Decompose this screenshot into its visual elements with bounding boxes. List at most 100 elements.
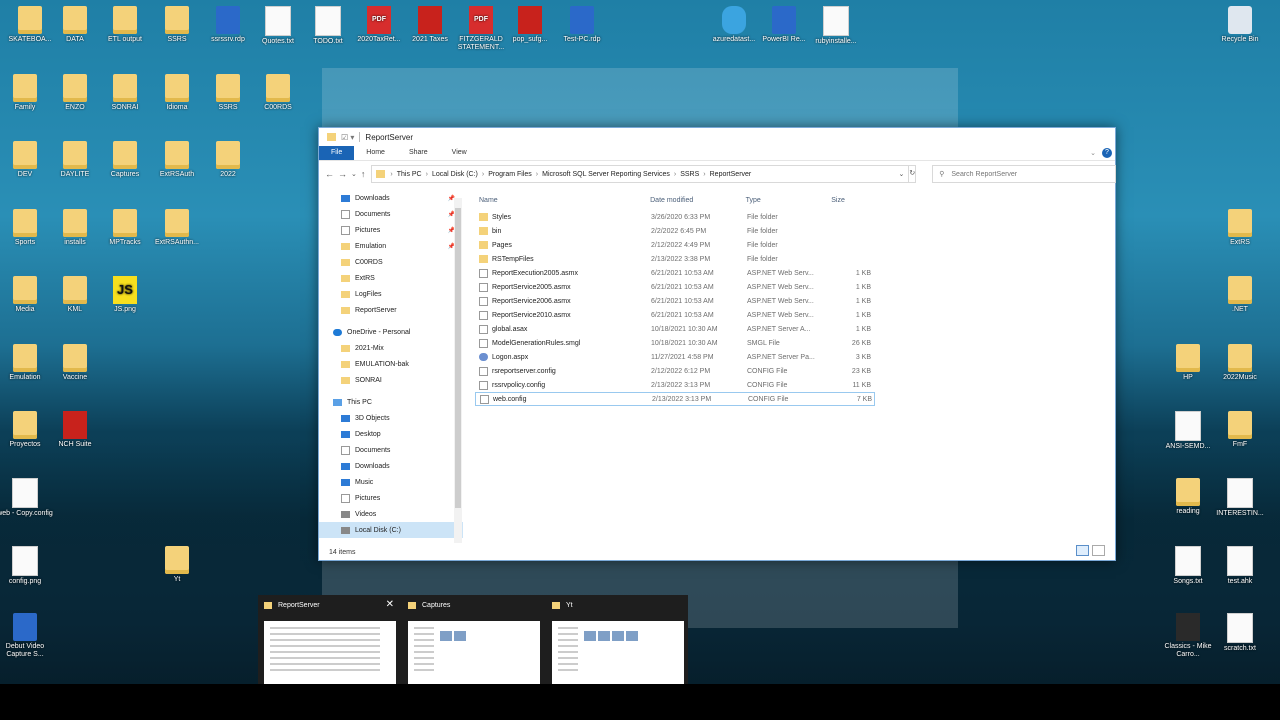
- desktop-icon[interactable]: NCH Suite: [45, 411, 105, 449]
- search-box[interactable]: ⚲: [932, 165, 1117, 183]
- desktop-icon[interactable]: config.png: [0, 546, 55, 586]
- nav-item[interactable]: Emulation 📌: [319, 238, 463, 254]
- desktop-icon[interactable]: 2022: [198, 141, 258, 179]
- ribbon-expand-icon[interactable]: ⌄: [1090, 149, 1096, 157]
- desktop-icon[interactable]: test.ahk: [1210, 546, 1270, 586]
- desktop-icon[interactable]: JS JS.png: [95, 276, 155, 314]
- nav-item[interactable]: ReportServer: [319, 302, 463, 318]
- breadcrumb-ssrs[interactable]: SSRS: [680, 171, 699, 178]
- tab-home[interactable]: Home: [354, 146, 397, 160]
- tab-file[interactable]: File: [319, 146, 355, 160]
- breadcrumb-local-disk[interactable]: Local Disk (C:): [432, 171, 478, 178]
- refresh-button[interactable]: ↻: [909, 165, 917, 183]
- desktop-icon[interactable]: reading: [1158, 478, 1218, 516]
- file-row[interactable]: RSTempFiles 2/13/2022 3:38 PM File folder: [475, 252, 875, 266]
- column-size[interactable]: Size: [825, 197, 875, 204]
- desktop-icon[interactable]: ETL output: [95, 6, 155, 44]
- breadcrumb-reportserver[interactable]: ReportServer: [710, 171, 752, 178]
- file-row[interactable]: global.asax 10/18/2021 10:30 AM ASP.NET Se…: [475, 322, 875, 336]
- up-button[interactable]: ↑: [361, 169, 366, 179]
- column-type[interactable]: Type: [746, 197, 826, 204]
- nav-item[interactable]: 2021-Mix: [319, 340, 463, 356]
- help-icon[interactable]: ?: [1102, 148, 1112, 158]
- file-row[interactable]: ReportService2006.asmx 6/21/2021 10:53 AM…: [475, 294, 875, 308]
- nav-item[interactable]: SONRAI: [319, 372, 463, 388]
- nav-item[interactable]: Downloads: [319, 458, 463, 474]
- details-view-button[interactable]: [1076, 545, 1089, 556]
- desktop-icon[interactable]: 2022Music: [1210, 344, 1270, 382]
- file-row[interactable]: ReportExecution2005.asmx 6/21/2021 10:53 …: [475, 266, 875, 280]
- nav-item[interactable]: This PC: [319, 394, 463, 410]
- file-row[interactable]: ReportService2010.asmx 6/21/2021 10:53 AM…: [475, 308, 875, 322]
- desktop-icon[interactable]: C00RDS: [248, 74, 308, 112]
- nav-item[interactable]: EMULATION-bak: [319, 356, 463, 372]
- breadcrumb-this-pc[interactable]: This PC: [397, 171, 422, 178]
- nav-item[interactable]: Documents 📌: [319, 206, 463, 222]
- nav-item[interactable]: Videos: [319, 506, 463, 522]
- nav-item[interactable]: Desktop: [319, 426, 463, 442]
- close-icon[interactable]: ✕: [386, 599, 394, 610]
- quick-access-toolbar[interactable]: ☑ ▾: [341, 133, 354, 142]
- desktop-icon[interactable]: Debut Video Capture S...: [0, 613, 55, 659]
- desktop-icon[interactable]: ExtRS: [1210, 209, 1270, 247]
- desktop-icon[interactable]: Recycle Bin: [1210, 6, 1270, 44]
- file-row[interactable]: Styles 3/26/2020 6:33 PM File folder: [475, 210, 875, 224]
- address-bar[interactable]: › This PC › Local Disk (C:) › Program File…: [371, 165, 910, 183]
- breadcrumb-ssrs-root[interactable]: Microsoft SQL Server Reporting Services: [542, 171, 670, 178]
- file-row[interactable]: ReportService2005.asmx 6/21/2021 10:53 AM…: [475, 280, 875, 294]
- desktop-icon[interactable]: HP: [1158, 344, 1218, 382]
- desktop-icon[interactable]: ANSI-SEMD...: [1158, 411, 1218, 451]
- column-name[interactable]: Name: [475, 197, 650, 204]
- desktop-icon[interactable]: Test-PC.rdp: [552, 6, 612, 44]
- desktop-icon[interactable]: PowerBI Re...: [754, 6, 814, 44]
- nav-item[interactable]: Documents: [319, 442, 463, 458]
- nav-item[interactable]: LogFiles: [319, 286, 463, 302]
- desktop-icon[interactable]: Yt: [147, 546, 207, 584]
- thumbnail-captures[interactable]: Captures: [402, 595, 544, 684]
- desktop-icon[interactable]: INTERESTIN...: [1210, 478, 1270, 518]
- recent-locations-button[interactable]: ⌄: [351, 170, 357, 178]
- large-icons-view-button[interactable]: [1092, 545, 1105, 556]
- nav-item[interactable]: Pictures: [319, 490, 463, 506]
- nav-item[interactable]: C00RDS: [319, 254, 463, 270]
- nav-item[interactable]: Local Disk (C:): [319, 522, 463, 538]
- desktop-icon[interactable]: SONRAI: [95, 74, 155, 112]
- file-row[interactable]: ModelGenerationRules.smgl 10/18/2021 10:3…: [475, 336, 875, 350]
- nav-item[interactable]: OneDrive - Personal: [319, 324, 463, 340]
- nav-item[interactable]: 3D Objects: [319, 410, 463, 426]
- nav-item[interactable]: Pictures 📌: [319, 222, 463, 238]
- navigation-scrollbar[interactable]: [454, 198, 462, 543]
- desktop-icon[interactable]: Captures: [95, 141, 155, 179]
- desktop-icon[interactable]: FmF: [1210, 411, 1270, 449]
- breadcrumb-program-files[interactable]: Program Files: [488, 171, 532, 178]
- file-row[interactable]: rssrvpolicy.config 2/13/2022 3:13 PM CONFI…: [475, 378, 875, 392]
- file-row[interactable]: Pages 2/12/2022 4:49 PM File folder: [475, 238, 875, 252]
- desktop-icon[interactable]: rubyinstalle...: [806, 6, 866, 46]
- back-button[interactable]: ←: [325, 169, 334, 179]
- address-dropdown-icon[interactable]: ⌄: [899, 170, 905, 178]
- tab-share[interactable]: Share: [397, 146, 440, 160]
- scrollbar-thumb[interactable]: [455, 208, 461, 508]
- file-row[interactable]: Logon.aspx 11/27/2021 4:58 PM ASP.NET Serv…: [475, 350, 875, 364]
- desktop-icon[interactable]: Vaccine: [45, 344, 105, 382]
- nav-item[interactable]: Downloads 📌: [319, 190, 463, 206]
- forward-button[interactable]: →: [338, 169, 347, 179]
- desktop-icon[interactable]: ExtRSAuthn...: [147, 209, 207, 247]
- desktop-icon[interactable]: web - Copy.config: [0, 478, 55, 518]
- desktop-icon[interactable]: pop_sufg...: [500, 6, 560, 44]
- search-input[interactable]: [949, 169, 1094, 179]
- desktop-icon[interactable]: Songs.txt: [1158, 546, 1218, 586]
- desktop-icon[interactable]: scratch.txt: [1210, 613, 1270, 653]
- desktop-icon[interactable]: MPTracks: [95, 209, 155, 247]
- file-row[interactable]: rsreportserver.config 2/12/2022 6:12 PM CO…: [475, 364, 875, 378]
- file-row[interactable]: bin 2/2/2022 6:45 PM File folder: [475, 224, 875, 238]
- desktop-icon[interactable]: .NET: [1210, 276, 1270, 314]
- thumbnail-reportserver[interactable]: ReportServer ✕: [258, 595, 400, 684]
- column-date-modified[interactable]: Date modified: [650, 197, 746, 204]
- thumbnail-yt[interactable]: Yt: [546, 595, 688, 684]
- nav-item[interactable]: ExtRS: [319, 270, 463, 286]
- nav-item[interactable]: Music: [319, 474, 463, 490]
- desktop-icon[interactable]: Classics - Mike Carro...: [1158, 613, 1218, 659]
- tab-view[interactable]: View: [440, 146, 479, 160]
- file-row[interactable]: web.config 2/13/2022 3:13 PM CONFIG File 7 …: [475, 392, 875, 406]
